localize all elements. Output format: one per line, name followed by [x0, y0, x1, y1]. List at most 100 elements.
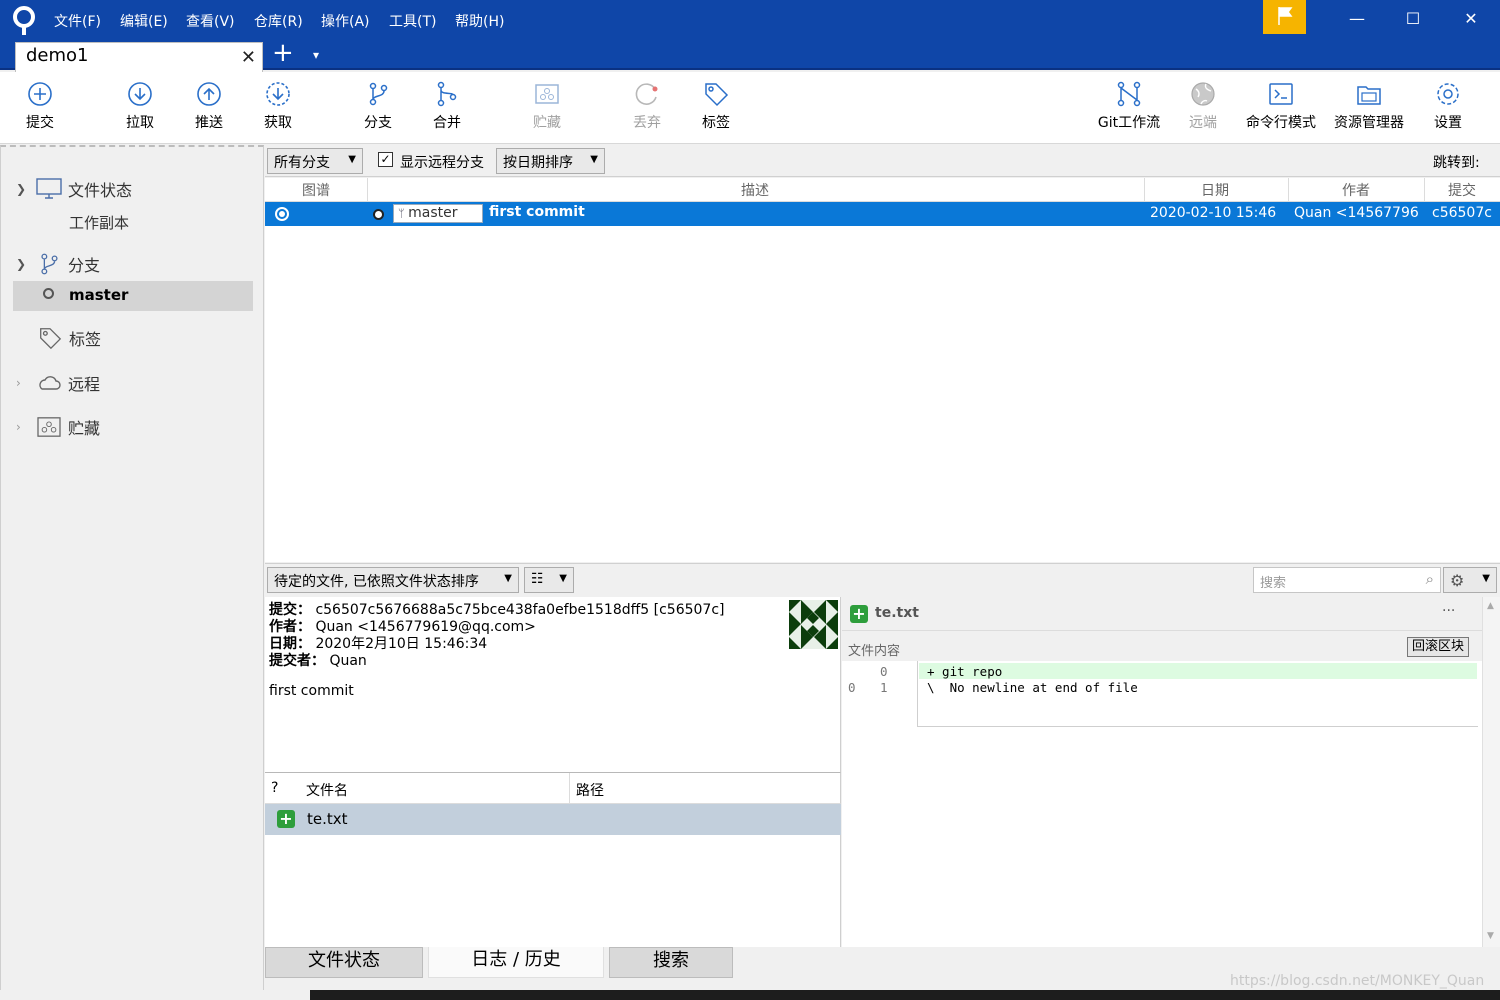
- column-file-status[interactable]: ?: [271, 780, 278, 796]
- scroll-up-icon[interactable]: ▲: [1487, 601, 1494, 611]
- avatar: [789, 600, 838, 649]
- branch-button[interactable]: 分支: [358, 80, 398, 132]
- hunk-label: 文件内容: [848, 644, 901, 659]
- close-window-button[interactable]: ✕: [1448, 0, 1494, 40]
- chevron-down-icon: ▼: [504, 573, 512, 584]
- plus-circle-icon: [28, 82, 52, 106]
- tab-file-status[interactable]: 文件状态: [265, 947, 423, 978]
- more-options-button[interactable]: ···: [1442, 603, 1455, 619]
- discard-button[interactable]: 丢弃: [627, 80, 667, 132]
- commit-date: 2020-02-10 15:46: [1150, 205, 1277, 221]
- file-row[interactable]: + te.txt: [265, 804, 841, 835]
- new-tab-button[interactable]: +: [272, 38, 294, 68]
- show-remote-checkbox[interactable]: ✓: [378, 152, 393, 167]
- minimize-button[interactable]: —: [1334, 0, 1380, 40]
- menu-file[interactable]: 文件(F): [54, 11, 101, 31]
- search-input[interactable]: 搜索 ⌕: [1253, 567, 1441, 593]
- tab-log-history[interactable]: 日志 / 历史: [428, 947, 604, 978]
- folder-icon: [1357, 86, 1381, 105]
- menu-edit[interactable]: 编辑(E): [120, 11, 168, 31]
- menu-actions[interactable]: 操作(A): [321, 11, 370, 31]
- menu-help[interactable]: 帮助(H): [455, 11, 504, 31]
- gear-icon: ⚙: [1450, 571, 1465, 590]
- chevron-down-icon[interactable]: ❯: [16, 182, 30, 196]
- terminal-label: 命令行模式: [1246, 115, 1316, 131]
- column-description[interactable]: 描述: [741, 180, 769, 200]
- column-graph[interactable]: 图谱: [302, 180, 330, 200]
- diff-options-button[interactable]: ⚙ ▼: [1443, 567, 1497, 593]
- diff-line-text: + git repo: [927, 664, 1003, 679]
- column-file-name[interactable]: 文件名: [306, 780, 348, 800]
- sidebar-remotes[interactable]: › 远程: [16, 371, 100, 395]
- terminal-icon: [1269, 83, 1293, 105]
- commit-button[interactable]: 提交: [20, 80, 60, 132]
- settings-button[interactable]: 设置: [1428, 80, 1468, 132]
- remote-button[interactable]: 远端: [1183, 80, 1223, 132]
- diff-new-line-number: 0: [880, 664, 888, 679]
- sort-select[interactable]: 按日期排序 ▼: [496, 148, 605, 174]
- column-file-path[interactable]: 路径: [576, 780, 604, 800]
- view-mode-select[interactable]: ☷ ▼: [524, 567, 574, 593]
- sort-value: 按日期排序: [503, 155, 573, 171]
- notification-flag-button[interactable]: [1263, 0, 1306, 34]
- sidebar-file-status[interactable]: ❯ 文件状态: [16, 177, 132, 201]
- sidebar-branches[interactable]: ❯ 分支: [16, 251, 100, 277]
- column-author[interactable]: 作者: [1342, 180, 1370, 200]
- diff-line-text: \ No newline at end of file: [927, 680, 1138, 695]
- merge-icon: [437, 81, 457, 107]
- commit-hash: c56507c: [1432, 205, 1492, 221]
- file-row-name: te.txt: [307, 810, 348, 828]
- maximize-button[interactable]: ☐: [1390, 0, 1436, 40]
- menu-repository[interactable]: 仓库(R): [254, 11, 303, 31]
- sidebar-item-working-copy[interactable]: 工作副本: [69, 212, 129, 233]
- diff-file-header: + te.txt ···: [842, 597, 1482, 631]
- menu-view[interactable]: 查看(V): [186, 11, 235, 31]
- gitflow-button[interactable]: Git工作流: [1094, 80, 1164, 132]
- column-commit[interactable]: 提交: [1448, 180, 1476, 200]
- title-bar: 文件(F) 编辑(E) 查看(V) 仓库(R) 操作(A) 工具(T) 帮助(H…: [0, 0, 1500, 40]
- tab-dropdown-button[interactable]: ▾: [313, 48, 319, 62]
- pull-button[interactable]: 拉取: [120, 80, 160, 132]
- graph-node-icon: [373, 209, 384, 220]
- menu-tools[interactable]: 工具(T): [389, 11, 436, 31]
- file-status-label: 文件状态: [68, 181, 133, 200]
- fetch-button[interactable]: 获取: [258, 80, 298, 132]
- diff-scrollbar[interactable]: ▲ ▼: [1482, 597, 1500, 947]
- maximize-icon: ☐: [1405, 9, 1421, 28]
- chevron-right-icon[interactable]: ›: [16, 376, 30, 390]
- pending-sort-value: 待定的文件, 已依照文件状态排序: [274, 574, 479, 590]
- commit-row[interactable]: ᛘ master first commit 2020-02-10 15:46 Q…: [265, 202, 1500, 226]
- history-filter-bar: 所有分支 ▼ ✓ 显示远程分支 按日期排序 ▼ 跳转到:: [265, 145, 1500, 177]
- commit-message: first commit: [489, 204, 585, 220]
- repo-tab-strip: demo1 ✕ + ▾: [0, 38, 1500, 72]
- tag-button[interactable]: 标签: [696, 80, 736, 132]
- chevron-down-icon: ▼: [590, 154, 598, 165]
- tab-title: demo1: [26, 45, 89, 66]
- stash-label: 贮藏: [533, 115, 561, 131]
- column-date[interactable]: 日期: [1201, 180, 1229, 200]
- fetch-label: 获取: [264, 115, 292, 131]
- commit-list-empty-area: [265, 226, 1500, 562]
- rollback-hunk-button[interactable]: 回滚区块: [1407, 637, 1470, 657]
- commit-author: Quan <14567796: [1294, 205, 1419, 221]
- sidebar-stashes[interactable]: › 贮藏: [16, 415, 100, 439]
- close-icon: ✕: [1464, 9, 1478, 28]
- tab-close-icon[interactable]: ✕: [241, 47, 256, 68]
- merge-button[interactable]: 合并: [427, 80, 467, 132]
- tag-label: 标签: [702, 115, 730, 131]
- sidebar-item-master[interactable]: master: [13, 281, 253, 311]
- branch-filter-select[interactable]: 所有分支 ▼: [267, 148, 363, 174]
- explorer-button[interactable]: 资源管理器: [1331, 80, 1407, 132]
- terminal-button[interactable]: 命令行模式: [1243, 80, 1319, 132]
- sidebar-tags[interactable]: 标签: [37, 325, 101, 351]
- tab-demo1[interactable]: demo1 ✕: [15, 42, 263, 72]
- tab-search[interactable]: 搜索: [609, 947, 733, 978]
- pending-files-sort-select[interactable]: 待定的文件, 已依照文件状态排序 ▼: [267, 567, 519, 593]
- details-message: first commit: [269, 683, 354, 699]
- scroll-down-icon[interactable]: ▼: [1487, 931, 1494, 941]
- chevron-down-icon[interactable]: ❯: [16, 257, 30, 271]
- push-button[interactable]: 推送: [189, 80, 229, 132]
- stash-button[interactable]: 贮藏: [527, 80, 567, 132]
- chevron-right-icon[interactable]: ›: [16, 420, 30, 434]
- explorer-label: 资源管理器: [1334, 115, 1404, 131]
